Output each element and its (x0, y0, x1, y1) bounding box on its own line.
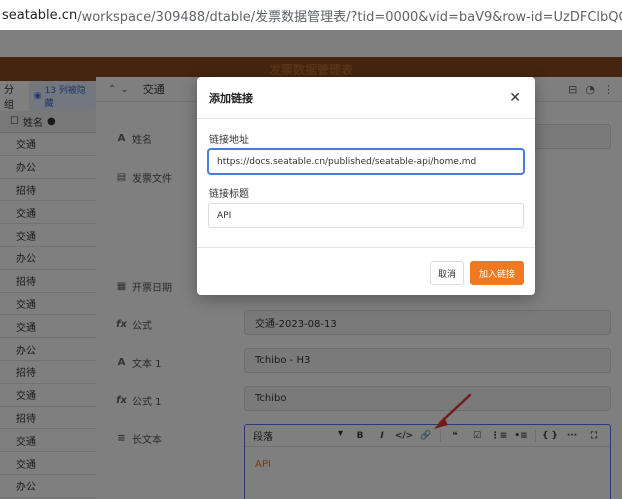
dialog-title: 添加链接 (209, 91, 253, 105)
cancel-button[interactable]: 取消 (430, 261, 464, 285)
link-title-input[interactable] (208, 203, 524, 228)
url-input[interactable] (208, 149, 524, 174)
dialog-footer: 取消 加入链接 (197, 247, 535, 295)
add-link-button[interactable]: 加入链接 (470, 261, 524, 285)
close-icon[interactable]: ✕ (509, 90, 521, 106)
url-label: 链接地址 (209, 135, 249, 146)
url-path: /workspace/309488/dtable/发票数据管理表/?tid=00… (77, 9, 622, 25)
browser-url-bar[interactable]: seatable.cn/workspace/309488/dtable/发票数据… (0, 0, 622, 30)
url-host: seatable.cn (2, 7, 78, 23)
link-title-label: 链接标题 (209, 189, 249, 200)
dialog-header: 添加链接 ✕ (197, 77, 535, 119)
add-link-dialog: 添加链接 ✕ 链接地址 链接标题 取消 加入链接 (197, 77, 535, 295)
